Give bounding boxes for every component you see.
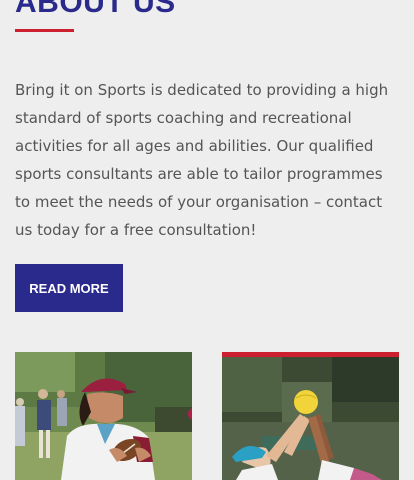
heading-underline	[15, 29, 74, 32]
intro-paragraph: Bring it on Sports is dedicated to provi…	[15, 81, 389, 239]
netball-players-image	[222, 352, 399, 480]
rugby-player-photo	[15, 352, 192, 480]
netball-players-photo	[222, 352, 399, 480]
photo-accent-bar	[222, 352, 399, 357]
rugby-player-image	[15, 352, 192, 480]
read-more-button[interactable]: READ MORE	[15, 264, 123, 312]
section-heading: ABOUT US	[15, 0, 176, 19]
